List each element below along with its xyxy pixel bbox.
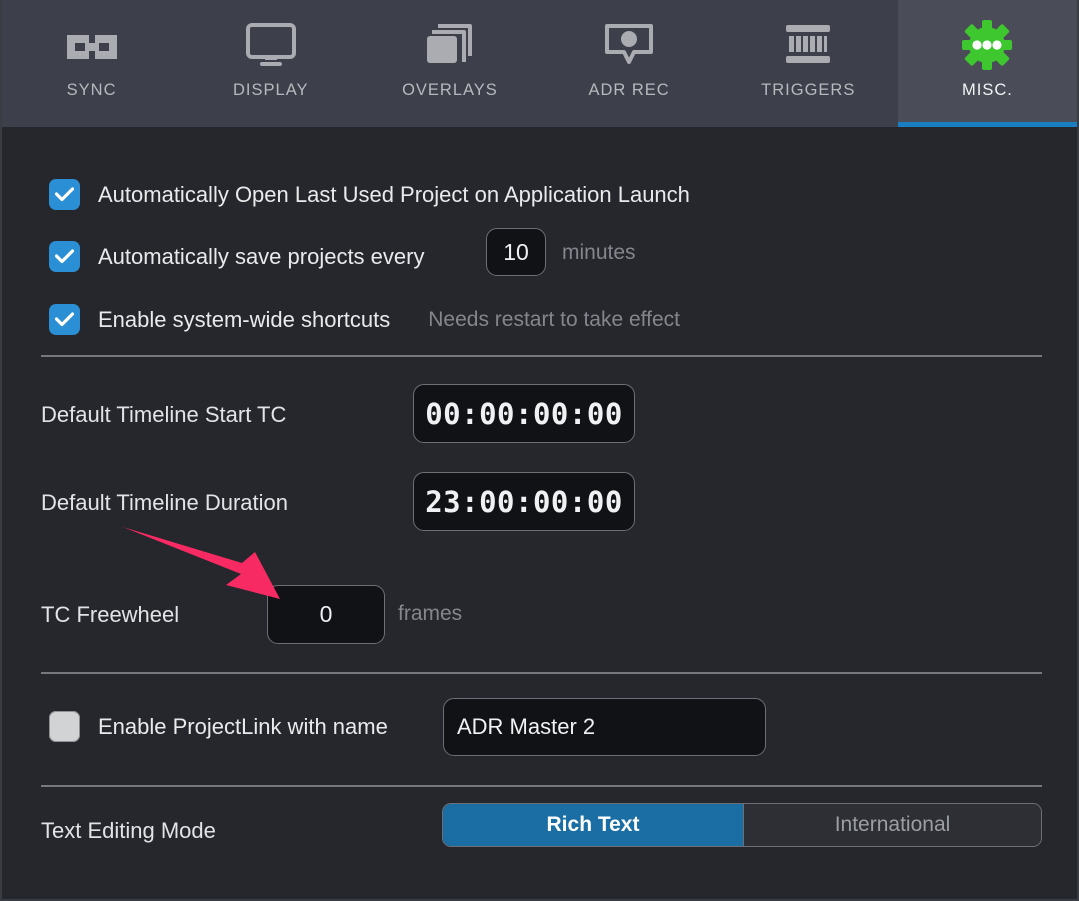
tab-overlays[interactable]: OVERLAYS [360, 0, 539, 127]
segment-rich-text[interactable]: Rich Text [443, 804, 743, 846]
project-link-name-input[interactable]: ADR Master 2 [443, 698, 766, 756]
tab-label: ADR REC [588, 81, 670, 99]
tc-freewheel-input[interactable]: 0 [267, 585, 385, 644]
tc-freewheel-unit-label: frames [398, 602, 463, 625]
midi-icon [783, 20, 833, 70]
tab-sync[interactable]: SYNC [2, 0, 181, 127]
divider [41, 672, 1042, 674]
toolbar: SYNC DISPLAY OVERLAYS ADR REC TRIGGERS M… [2, 0, 1078, 127]
divider [41, 355, 1042, 357]
auto-open-label: Automatically Open Last Used Project on … [98, 181, 690, 207]
link-chain-icon [63, 20, 121, 70]
tab-adr-rec[interactable]: ADR REC [540, 0, 719, 127]
default-duration-input[interactable]: 23:00:00:00 [413, 472, 635, 531]
project-link-checkbox[interactable] [49, 711, 80, 742]
settings-panel: Automatically Open Last Used Project on … [2, 127, 1077, 899]
default-duration-label: Default Timeline Duration [41, 490, 289, 515]
auto-save-checkbox[interactable] [49, 241, 80, 272]
gear-dots-icon [960, 20, 1014, 70]
auto-save-interval-input[interactable]: 10 [486, 228, 546, 276]
auto-save-unit-label: minutes [562, 241, 636, 264]
text-editing-mode-label: Text Editing Mode [41, 818, 216, 843]
project-link-label: Enable ProjectLink with name [98, 713, 388, 739]
tab-label: MISC. [962, 81, 1013, 99]
default-start-tc-label: Default Timeline Start TC [41, 402, 287, 427]
setting-auto-open-row: Automatically Open Last Used Project on … [49, 179, 690, 210]
setting-shortcuts-row: Enable system-wide shortcuts Needs resta… [49, 304, 680, 335]
divider [41, 785, 1042, 787]
tab-misc[interactable]: MISC. [897, 0, 1078, 127]
default-start-tc-input[interactable]: 00:00:00:00 [413, 384, 635, 443]
tab-label: OVERLAYS [402, 81, 498, 99]
tab-triggers[interactable]: TRIGGERS [719, 0, 898, 127]
monitor-icon [244, 20, 298, 70]
system-shortcuts-checkbox[interactable] [49, 304, 80, 335]
setting-project-link-row: Enable ProjectLink with name [49, 711, 388, 742]
system-shortcuts-note: Needs restart to take effect [428, 307, 680, 331]
tab-display[interactable]: DISPLAY [181, 0, 360, 127]
layers-icon [424, 20, 476, 70]
speech-dot-icon [603, 20, 655, 70]
text-editing-mode-segmented-control: Rich Text International [442, 803, 1042, 847]
segment-international[interactable]: International [744, 804, 1041, 846]
setting-auto-save-row: Automatically save projects every [49, 241, 424, 272]
tab-label: TRIGGERS [761, 81, 856, 99]
auto-save-label: Automatically save projects every [98, 243, 425, 269]
auto-open-checkbox[interactable] [49, 179, 80, 210]
tab-label: SYNC [66, 81, 117, 99]
system-shortcuts-label: Enable system-wide shortcuts [98, 306, 391, 332]
tab-label: DISPLAY [233, 81, 309, 99]
tc-freewheel-label: TC Freewheel [41, 602, 180, 627]
preferences-window: SYNC DISPLAY OVERLAYS ADR REC TRIGGERS M… [0, 0, 1079, 901]
